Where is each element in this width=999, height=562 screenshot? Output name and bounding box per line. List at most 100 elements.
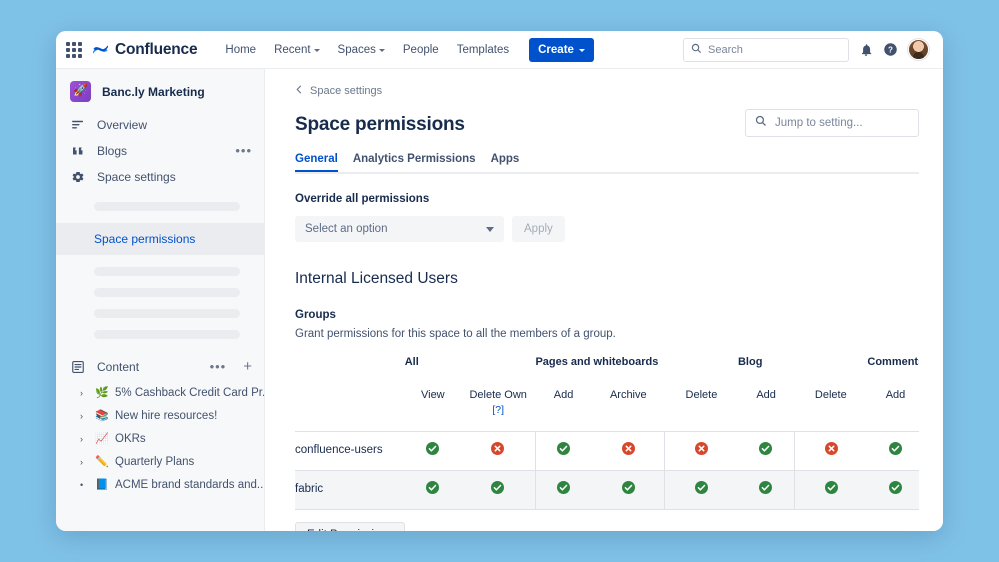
tab-analytics-permissions[interactable]: Analytics Permissions — [353, 153, 476, 172]
tree-item-2-label: OKRs — [115, 432, 146, 445]
table-row: fabric — [295, 470, 919, 510]
tree-item-0[interactable]: › 🌿 5% Cashback Credit Card Pr... — [56, 381, 264, 404]
override-select[interactable]: Select an option — [295, 216, 504, 242]
search-input[interactable] — [708, 43, 841, 56]
chevron-right-icon[interactable]: › — [80, 457, 88, 467]
create-button-label: Create — [538, 43, 574, 56]
blogs-more-actions-icon[interactable]: ••• — [235, 144, 252, 157]
permission-cell[interactable] — [534, 470, 592, 510]
chevron-right-icon[interactable]: › — [80, 388, 88, 398]
nav-recent-label: Recent — [274, 43, 311, 56]
permission-cell[interactable] — [591, 431, 665, 471]
nav-templates-label: Templates — [456, 43, 510, 56]
chevron-right-icon[interactable]: › — [80, 411, 88, 421]
tree-item-1[interactable]: › 📚 New hire resources! — [56, 404, 264, 427]
global-search[interactable] — [683, 37, 849, 62]
sidebar-placeholder-bar — [94, 288, 240, 297]
tree-item-4-label: ACME brand standards and... — [115, 478, 264, 491]
allow-check-icon — [695, 480, 709, 494]
permission-cell[interactable] — [793, 431, 868, 471]
tree-item-3[interactable]: › ✏️ Quarterly Plans — [56, 450, 264, 473]
permission-cell[interactable] — [793, 470, 868, 510]
sidebar-item-blogs[interactable]: Blogs ••• — [56, 138, 264, 164]
group-header-pages-and-whiteboards: Pages and whiteboards — [535, 356, 659, 368]
permission-cell[interactable] — [737, 470, 795, 510]
override-select-value: Select an option — [305, 223, 388, 235]
group-header-blank — [295, 356, 405, 379]
permission-cell[interactable] — [460, 431, 536, 471]
sidebar-placeholder-bar — [94, 202, 240, 211]
sidebar-item-space-permissions-label: Space permissions — [94, 232, 196, 246]
add-content-icon[interactable]: + — [243, 359, 252, 374]
content-more-actions-icon[interactable]: ••• — [210, 360, 227, 373]
global-navigation-bar: Confluence Home Recent Spaces People Tem… — [56, 31, 943, 69]
jump-to-setting-input[interactable] — [775, 117, 909, 129]
deny-cross-icon — [824, 441, 838, 455]
create-button[interactable]: Create — [529, 37, 594, 62]
permission-cell[interactable] — [737, 431, 795, 471]
deny-cross-icon — [491, 441, 505, 455]
permission-cell[interactable] — [591, 470, 665, 510]
permission-cell[interactable] — [664, 431, 738, 471]
permission-cell[interactable] — [664, 470, 738, 510]
app-switcher-icon[interactable] — [66, 41, 82, 58]
apply-button[interactable]: Apply — [512, 216, 565, 242]
allow-check-icon — [824, 480, 838, 494]
confluence-logo-link[interactable]: Confluence — [92, 40, 198, 59]
jump-to-setting-search[interactable] — [745, 109, 919, 137]
permission-cell[interactable] — [404, 470, 461, 510]
notifications-icon[interactable] — [859, 43, 873, 57]
group-header-row: All Pages and whiteboards Blog Comments … — [295, 356, 919, 379]
permissions-table-wrap: All Pages and whiteboards Blog Comments … — [295, 356, 919, 510]
sub-header-delete-own-label: Delete Own — [469, 388, 527, 401]
nav-right-group: ? — [683, 37, 929, 62]
sub-header-view-label: View — [420, 388, 445, 401]
sub-header-row: View Delete Own [?] Add Archive Delete A… — [295, 378, 919, 432]
delete-own-help-link[interactable]: [?] — [461, 403, 536, 417]
sidebar-placeholder-bar — [94, 309, 240, 318]
confluence-window: Confluence Home Recent Spaces People Tem… — [56, 31, 943, 531]
chevron-right-icon[interactable]: › — [80, 434, 88, 444]
sub-header-delete-own: Delete Own [?] — [460, 378, 536, 432]
sidebar-item-space-settings[interactable]: Space settings — [56, 164, 264, 190]
permission-cell[interactable] — [460, 470, 536, 510]
sidebar-content-label: Content — [97, 360, 140, 374]
space-header[interactable]: 🚀 Banc.ly Marketing — [56, 69, 264, 112]
sub-header-pages-delete: Delete — [664, 378, 738, 432]
permission-cell[interactable] — [404, 431, 461, 471]
allow-check-icon — [759, 480, 773, 494]
nav-recent[interactable]: Recent — [266, 39, 327, 61]
user-avatar[interactable] — [908, 39, 929, 60]
tab-general[interactable]: General — [295, 153, 338, 172]
nav-people-label: People — [402, 43, 439, 56]
overview-icon — [70, 118, 86, 132]
permission-cell[interactable] — [534, 431, 592, 471]
nav-spaces[interactable]: Spaces — [330, 39, 393, 61]
permission-cell[interactable] — [867, 470, 919, 510]
sidebar-item-space-settings-label: Space settings — [97, 170, 176, 184]
permissions-table-body: confluence-users fabric — [295, 431, 919, 510]
breadcrumb[interactable]: Space settings — [295, 85, 919, 97]
allow-check-icon — [621, 480, 635, 494]
sidebar-placeholder-bar — [94, 267, 240, 276]
tree-item-2[interactable]: › 📈 OKRs — [56, 427, 264, 450]
nav-people[interactable]: People — [395, 39, 447, 61]
tab-apps[interactable]: Apps — [491, 153, 520, 172]
allow-check-icon — [426, 441, 440, 455]
page-emoji-icon: ✏️ — [95, 456, 109, 468]
sub-header-blank — [295, 378, 405, 432]
sidebar-item-space-permissions[interactable]: Space permissions — [56, 223, 264, 255]
group-header-all: All — [404, 356, 419, 368]
permission-cell[interactable] — [867, 431, 919, 471]
edit-permissions-button[interactable]: Edit Permissions — [295, 521, 405, 531]
brand-name: Confluence — [115, 40, 198, 58]
sub-header-view: View — [404, 378, 461, 432]
sidebar-item-overview-label: Overview — [97, 118, 148, 132]
sidebar-item-overview[interactable]: Overview — [56, 112, 264, 138]
help-icon[interactable]: ? — [883, 42, 898, 57]
tree-item-4[interactable]: • 📘 ACME brand standards and... — [56, 473, 264, 496]
page-emoji-icon: 🌿 — [95, 387, 109, 399]
nav-templates[interactable]: Templates — [449, 39, 517, 61]
nav-home[interactable]: Home — [217, 39, 264, 61]
sidebar-content-section[interactable]: Content ••• + — [56, 351, 264, 381]
